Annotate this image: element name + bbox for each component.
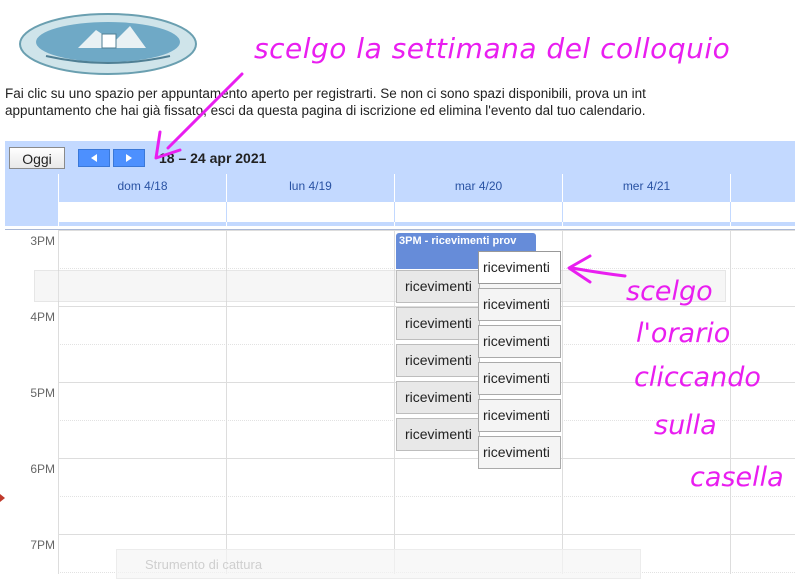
annotation-arrows [154, 72, 627, 284]
